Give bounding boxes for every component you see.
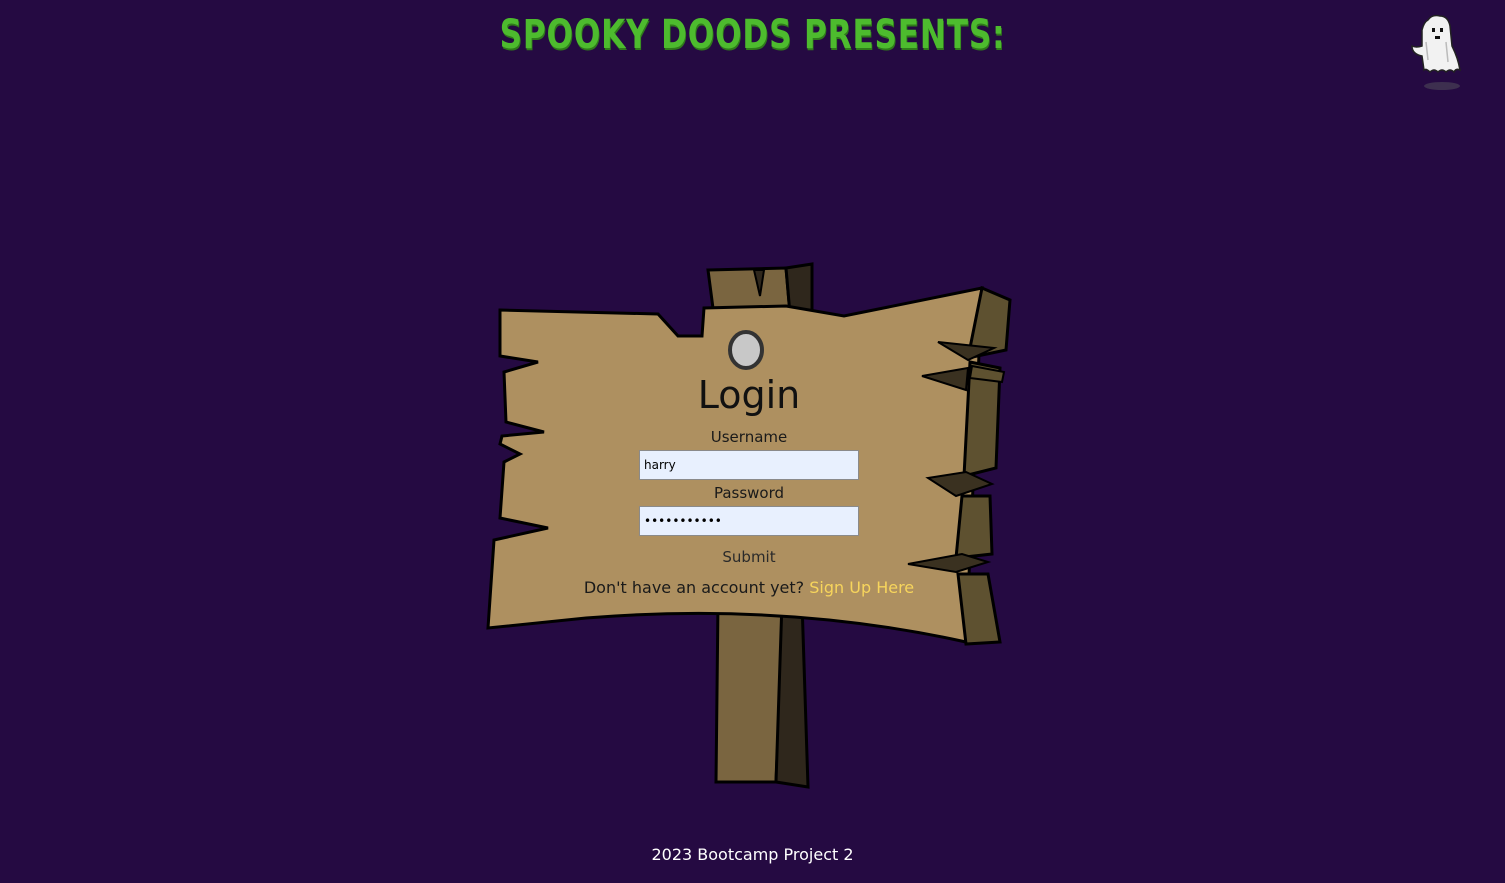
- password-label: Password: [713, 484, 785, 502]
- submit-button[interactable]: Submit: [716, 546, 781, 568]
- site-title: SPOOKY DOODS PRESENTS:: [499, 12, 1006, 58]
- signup-prompt: Don't have an account yet?: [583, 578, 805, 597]
- footer-text: 2023 Bootcamp Project 2: [651, 845, 854, 864]
- ghost-icon: [1406, 12, 1470, 96]
- page: SPOOKY DOODS PRESENTS: Login Username ha…: [0, 0, 1505, 883]
- signup-row: Don't have an account yet? Sign Up Here: [486, 578, 1012, 597]
- username-input[interactable]: [639, 450, 859, 480]
- login-title: Login: [697, 373, 801, 417]
- username-label: Username: [710, 428, 788, 446]
- password-input[interactable]: [639, 506, 859, 536]
- login-form: Login Username Password Submit Don't hav…: [486, 372, 1012, 597]
- signup-link[interactable]: Sign Up Here: [809, 578, 914, 597]
